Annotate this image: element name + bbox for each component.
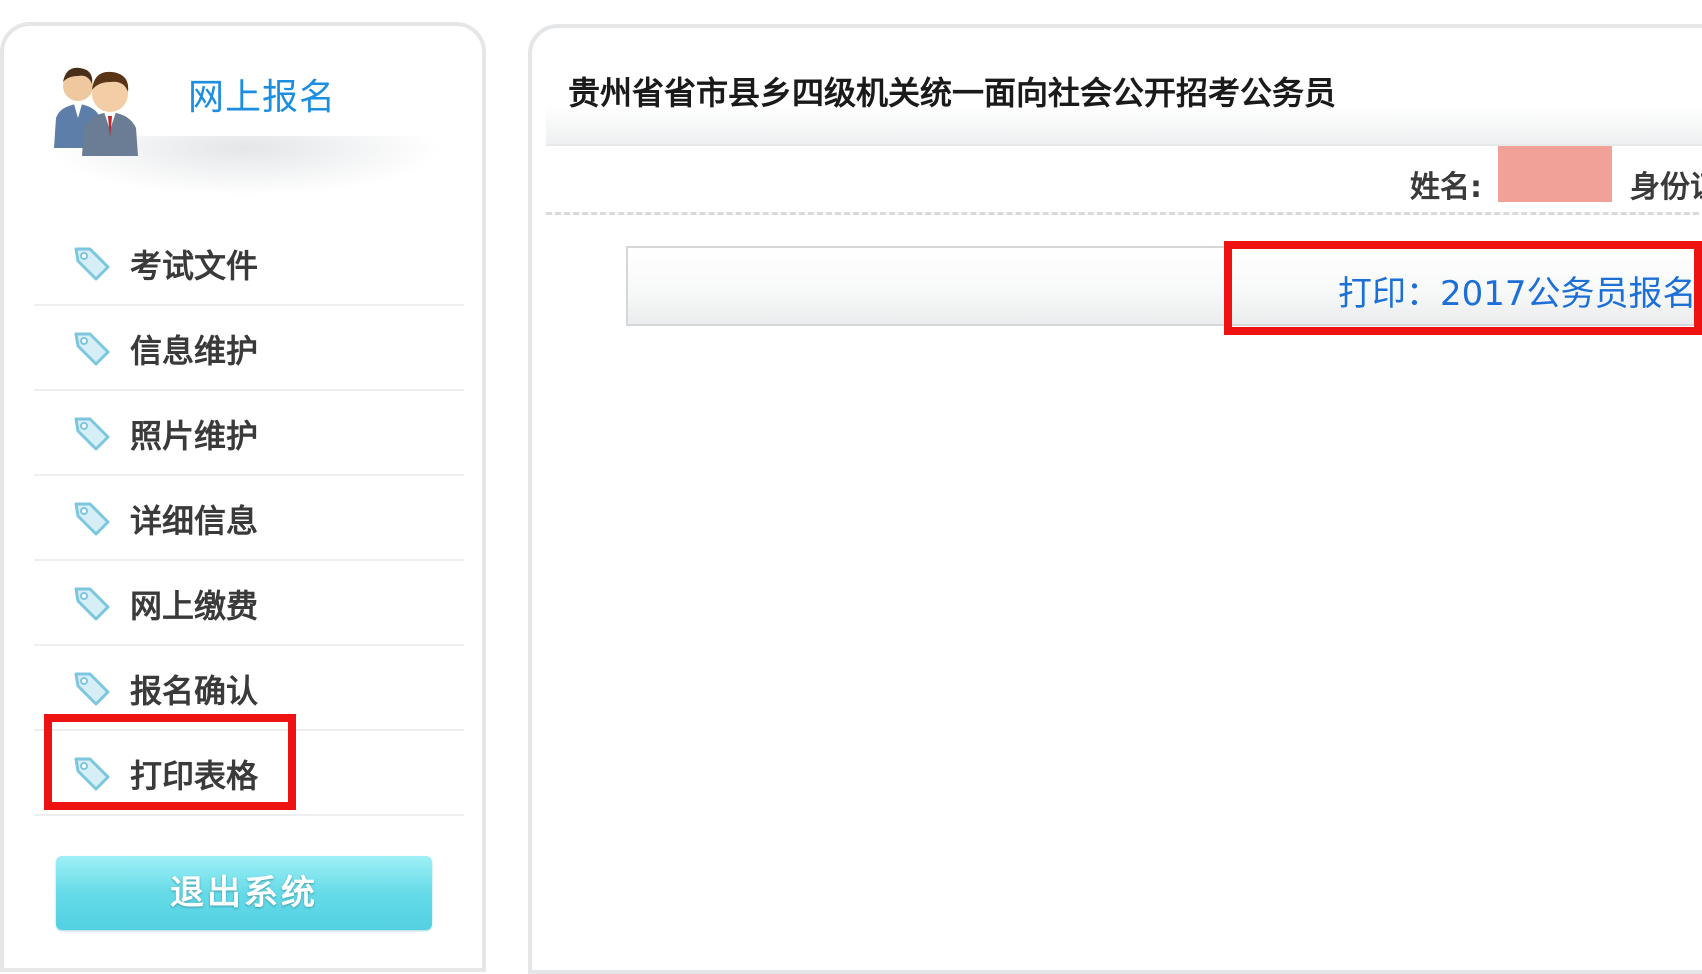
applicant-info-row: 姓名: 身份证	[546, 146, 1702, 215]
sidebar-item-label: 详细信息	[130, 502, 259, 540]
sidebar-item-photo-maintenance[interactable]: 照片维护	[34, 391, 464, 476]
sidebar-item-details[interactable]: 详细信息	[34, 476, 464, 561]
tag-icon	[74, 587, 110, 621]
sidebar-item-label: 信息维护	[130, 332, 259, 370]
sidebar-item-label: 网上缴费	[130, 587, 259, 625]
tag-icon	[74, 417, 110, 451]
name-value-redacted	[1498, 146, 1612, 202]
tag-icon	[74, 502, 110, 536]
sidebar-title: 网上报名	[188, 77, 337, 118]
page-title: 贵州省省市县乡四级机关统一面向社会公开招考公务员	[568, 74, 1337, 112]
tag-icon	[74, 672, 110, 706]
sidebar-item-label: 照片维护	[130, 417, 259, 455]
sidebar-item-info-maintenance[interactable]: 信息维护	[34, 306, 464, 391]
sidebar-item-label: 报名确认	[130, 672, 259, 710]
name-label: 姓名:	[1410, 170, 1482, 205]
id-number-label: 身份证	[1630, 170, 1702, 205]
main-panel: 贵州省省市县乡四级机关统一面向社会公开招考公务员 姓名: 身份证 打印：2017…	[528, 24, 1702, 974]
tag-icon	[74, 247, 110, 281]
sidebar-item-exam-files[interactable]: 考试文件	[34, 221, 464, 306]
annotation-highlight-print-link	[1224, 241, 1702, 335]
annotation-highlight-print-forms	[44, 714, 296, 810]
sidebar-item-online-payment[interactable]: 网上缴费	[34, 561, 464, 646]
logout-button[interactable]: 退出系统	[56, 856, 432, 930]
sidebar: 网上报名 考试文件 信息维护 照片维护 详细信息 网上缴费 报名确认 打印表格 …	[0, 22, 486, 972]
sidebar-header: 网上报名	[4, 26, 482, 196]
users-icon	[54, 67, 138, 156]
sidebar-item-label: 考试文件	[130, 247, 259, 285]
tag-icon	[74, 332, 110, 366]
